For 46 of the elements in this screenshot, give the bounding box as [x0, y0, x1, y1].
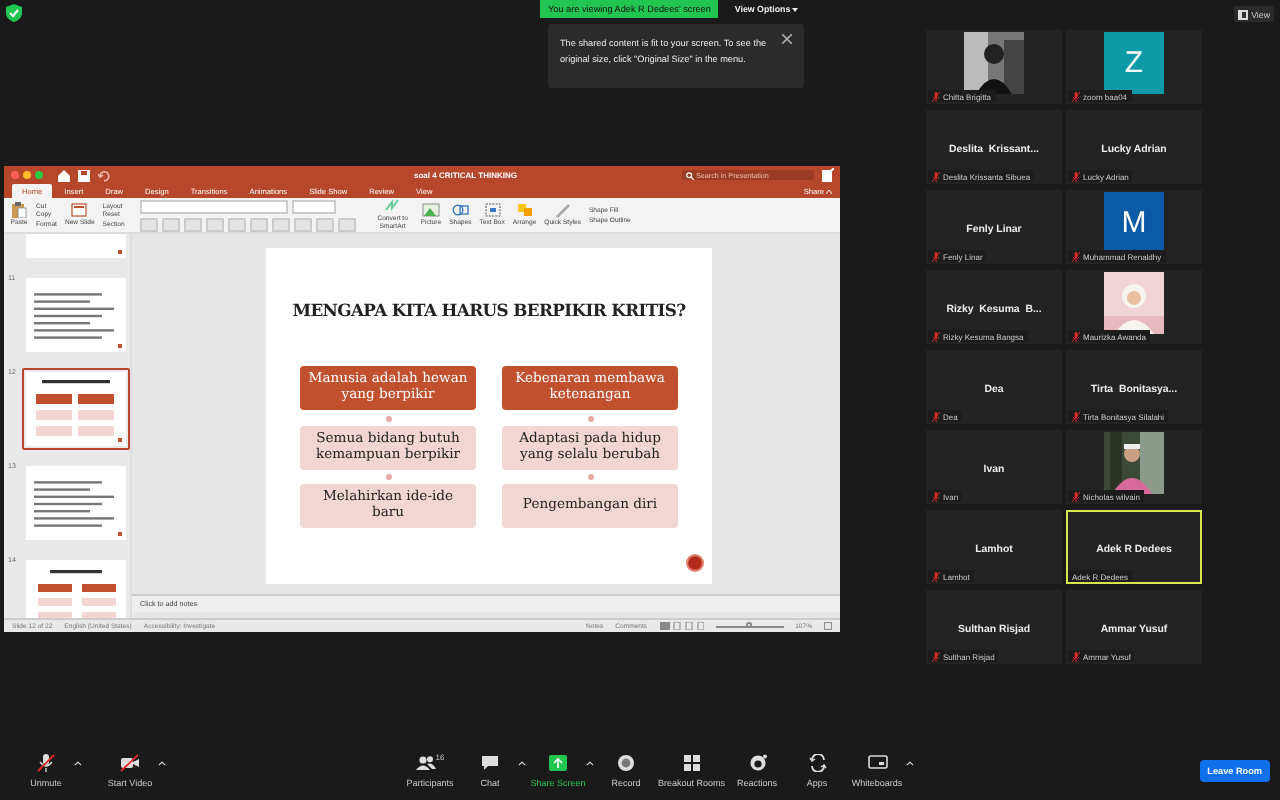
- font-size-field[interactable]: [292, 199, 337, 213]
- connector-dot: [587, 415, 593, 421]
- slide-thumbnail[interactable]: [22, 556, 130, 618]
- save-icon[interactable]: [78, 169, 90, 181]
- shield-icon[interactable]: [6, 4, 22, 22]
- view-icon: [1237, 9, 1248, 19]
- avatar-letter: Z: [1104, 32, 1164, 94]
- pen-icon: [553, 202, 572, 219]
- share-icon[interactable]: [822, 168, 834, 182]
- caret-icon[interactable]: [586, 759, 594, 765]
- caret-icon[interactable]: [905, 759, 914, 765]
- picture-icon: [421, 202, 440, 219]
- caret-icon[interactable]: [74, 759, 82, 765]
- avatar-letter: M: [1104, 192, 1164, 254]
- record-dot-icon: [686, 554, 704, 572]
- caret-icon[interactable]: [518, 759, 526, 765]
- view-mode-icon[interactable]: [659, 622, 704, 630]
- apps-icon: [807, 753, 828, 771]
- chat-icon: [480, 753, 500, 771]
- shapes-icon: [451, 202, 470, 219]
- whiteboard-icon: [867, 753, 888, 771]
- reactions-icon: [747, 753, 768, 771]
- caret-icon: [792, 8, 799, 12]
- caret-icon: [826, 189, 832, 193]
- connector-dot: [587, 474, 593, 480]
- slide-title: MENGAPA KITA HARUS BERPIKIR KRITIS?: [290, 300, 688, 320]
- connector-dot: [385, 474, 391, 480]
- share-screen-icon: [548, 753, 568, 771]
- record-icon: [616, 753, 636, 771]
- grid-icon: [681, 753, 702, 771]
- text-box-icon: [483, 202, 502, 219]
- arrange-icon: [515, 202, 534, 219]
- undo-icon[interactable]: [98, 169, 110, 181]
- close-icon[interactable]: [782, 34, 792, 44]
- smartart-icon: [383, 198, 402, 215]
- font-name-field[interactable]: [140, 199, 289, 213]
- fit-slide-icon[interactable]: [824, 622, 832, 630]
- slide-thumbnail[interactable]: [22, 462, 130, 544]
- connector-dot: [385, 415, 391, 421]
- search-icon: [686, 171, 694, 179]
- caret-icon[interactable]: [158, 759, 166, 765]
- video-off-icon: [120, 753, 140, 771]
- muted-microphone-icon: [36, 753, 56, 771]
- slide-thumbnail[interactable]: [22, 274, 130, 356]
- slide-thumbnail[interactable]: [22, 368, 130, 450]
- participants-icon: [415, 753, 436, 771]
